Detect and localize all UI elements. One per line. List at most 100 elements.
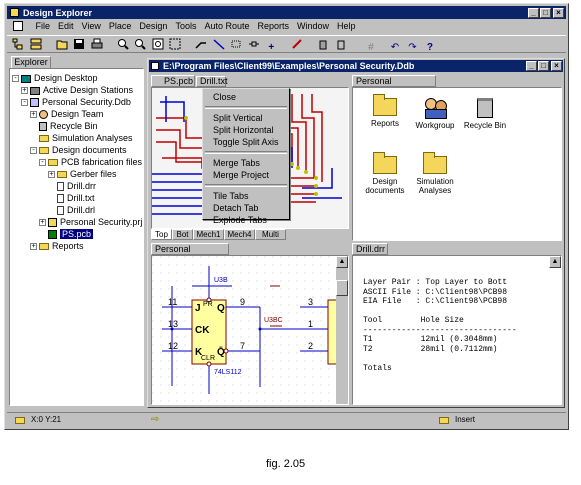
help-icon[interactable]: ? (423, 41, 437, 55)
menu-view[interactable]: View (78, 20, 105, 33)
tab-ps-pcb[interactable]: PS.pcb (151, 75, 195, 87)
menu-reports[interactable]: Reports (253, 20, 293, 33)
tree-item[interactable]: PS.pcb (12, 228, 141, 240)
context-item-close[interactable]: Close (203, 91, 289, 103)
open-icon[interactable] (55, 37, 69, 51)
tab-personal-security-prj[interactable]: Personal Security.prj (151, 243, 229, 264)
menu-place[interactable]: Place (105, 20, 136, 33)
zoom-area-icon[interactable] (168, 37, 182, 51)
drill-report[interactable]: Layer Pair : Top Layer to Bott ASCII File… (352, 255, 562, 405)
tree-item[interactable]: - Design documents (12, 144, 141, 156)
tab-personal-security-ddb[interactable]: Personal Security.Ddb (352, 75, 436, 96)
layer-tab-mech1[interactable]: Mech1 (193, 229, 224, 240)
tree-item[interactable]: - PCB fabrication files (12, 156, 142, 168)
expand-icon[interactable]: + (21, 87, 28, 95)
undo-icon[interactable]: ↶ (388, 41, 402, 55)
context-item-toggle-split-axis[interactable]: Toggle Split Axis (203, 136, 289, 148)
doc-close-icon[interactable]: × (551, 61, 562, 71)
scroll-up-arrow-icon[interactable]: ▲ (336, 256, 348, 268)
tree-item[interactable]: - Design Desktop (12, 72, 141, 84)
zoom-in-icon[interactable] (116, 37, 130, 51)
browser-item[interactable]: Reports (357, 94, 413, 128)
tree-item[interactable]: Simulation Analyses (12, 132, 141, 144)
drill-report-line: EIA File : C:\Client98\PCB98 (363, 297, 508, 306)
tree-item[interactable]: Drill.txt (12, 192, 141, 204)
tab-drill-drr[interactable]: Drill.drr (352, 243, 388, 255)
context-item-split-vertical[interactable]: Split Vertical (203, 112, 289, 124)
tab-drill-txt[interactable]: Drill.txt (196, 76, 228, 87)
tree-item[interactable]: + Reports (12, 240, 141, 252)
expand-icon[interactable]: + (30, 243, 37, 251)
tree-item[interactable]: + Active Design Stations (12, 84, 141, 96)
schematic-canvas[interactable]: U3B 74LS112 11 13 12 9 7 J CK K Q Q̄ PR … (151, 255, 349, 405)
menu-edit[interactable]: Edit (54, 20, 78, 33)
context-item-tile-tabs[interactable]: Tile Tabs (203, 190, 289, 202)
menu-tools[interactable]: Tools (171, 20, 200, 33)
close-icon[interactable]: × (553, 7, 564, 18)
drill-report-line: Layer Pair : Top Layer to Bott (363, 278, 508, 287)
tree-item[interactable]: + Design Team (12, 108, 141, 120)
delete-icon[interactable] (316, 37, 330, 51)
tree-toggle-icon[interactable] (29, 37, 43, 51)
cross-icon[interactable]: + (264, 41, 278, 55)
browser-item[interactable]: Workgroup (407, 98, 463, 130)
wire-icon[interactable] (212, 37, 226, 51)
minimize-icon[interactable]: _ (528, 7, 539, 18)
collapse-icon[interactable]: - (12, 75, 19, 83)
bin-icon[interactable] (334, 37, 348, 51)
doc-maximize-icon[interactable]: □ (538, 61, 549, 71)
recycle-bin-icon (477, 98, 493, 118)
layer-tab-mech4[interactable]: Mech4 (224, 229, 255, 240)
zoom-fit-icon[interactable] (151, 37, 165, 51)
document-title-bar[interactable]: E:\Program Files\Client99\Examples\Perso… (149, 60, 563, 72)
status-coords-icon (15, 417, 25, 424)
tree-item[interactable]: + Personal Security.prj (12, 216, 142, 228)
redo-icon[interactable]: ↷ (405, 41, 419, 55)
context-item-detach-tab[interactable]: Detach Tab (203, 202, 289, 214)
menu-window[interactable]: Window (293, 20, 333, 33)
drill-scroll-up-icon[interactable]: ▲ (549, 256, 561, 268)
context-item-merge-tabs[interactable]: Merge Tabs (203, 157, 289, 169)
collapse-icon[interactable]: - (39, 159, 46, 167)
route-icon[interactable] (194, 37, 208, 51)
tree-item[interactable]: Drill.drl (12, 204, 141, 216)
maximize-icon[interactable]: □ (540, 7, 551, 18)
expand-icon[interactable]: + (39, 219, 46, 227)
print-icon[interactable] (90, 37, 104, 51)
app-title-bar[interactable]: Design Explorer _ □ × (7, 6, 566, 19)
tree-item[interactable]: + Gerber files (12, 168, 141, 180)
collapse-icon[interactable]: - (21, 99, 28, 107)
context-item-explode-tabs[interactable]: Explode Tabs (203, 214, 289, 226)
doc-menu-icon[interactable] (13, 21, 23, 31)
tree-item[interactable]: Recycle Bin (12, 120, 141, 132)
menu-help[interactable]: Help (333, 20, 360, 33)
layer-tab-bot[interactable]: Bot (172, 229, 193, 240)
tree-item[interactable]: Drill.drr (12, 180, 141, 192)
browser-item[interactable]: Simulation Analyses (407, 152, 463, 195)
menu-auto-route[interactable]: Auto Route (200, 20, 253, 33)
menu-file[interactable]: File (32, 20, 55, 33)
browser-item[interactable]: Recycle Bin (457, 98, 513, 130)
doc-minimize-icon[interactable]: _ (526, 61, 537, 71)
scroll-thumb[interactable] (336, 280, 348, 296)
zoom-out-icon[interactable] (133, 37, 147, 51)
explorer-tree[interactable]: - Design Desktop + Active Design Stations - P… (9, 68, 144, 406)
context-item-merge-project[interactable]: Merge Project (203, 169, 289, 181)
grid-icon[interactable]: # (364, 41, 378, 55)
expand-icon[interactable]: + (30, 111, 37, 119)
collapse-icon[interactable]: - (30, 147, 37, 155)
component-icon[interactable] (229, 37, 243, 51)
pad-icon[interactable] (247, 37, 261, 51)
menu-design[interactable]: Design (135, 20, 171, 33)
pcb-tab-strip: PS.pcb Drill.txt (151, 75, 349, 87)
layer-tab-multi[interactable]: Multi (255, 229, 286, 240)
save-icon[interactable] (72, 37, 86, 51)
tree-item[interactable]: - Personal Security.Ddb (12, 96, 141, 108)
context-item-split-horizontal[interactable]: Split Horizontal (203, 124, 289, 136)
folder-tree-icon[interactable] (11, 37, 25, 51)
expand-icon[interactable]: + (48, 171, 55, 179)
browser-item[interactable]: Design documents (357, 152, 413, 195)
pen-icon[interactable] (290, 37, 304, 51)
layer-tab-top[interactable]: Top (151, 229, 172, 240)
browser-view[interactable]: Reports Workgroup Recycle Bin Design docume… (352, 87, 562, 241)
